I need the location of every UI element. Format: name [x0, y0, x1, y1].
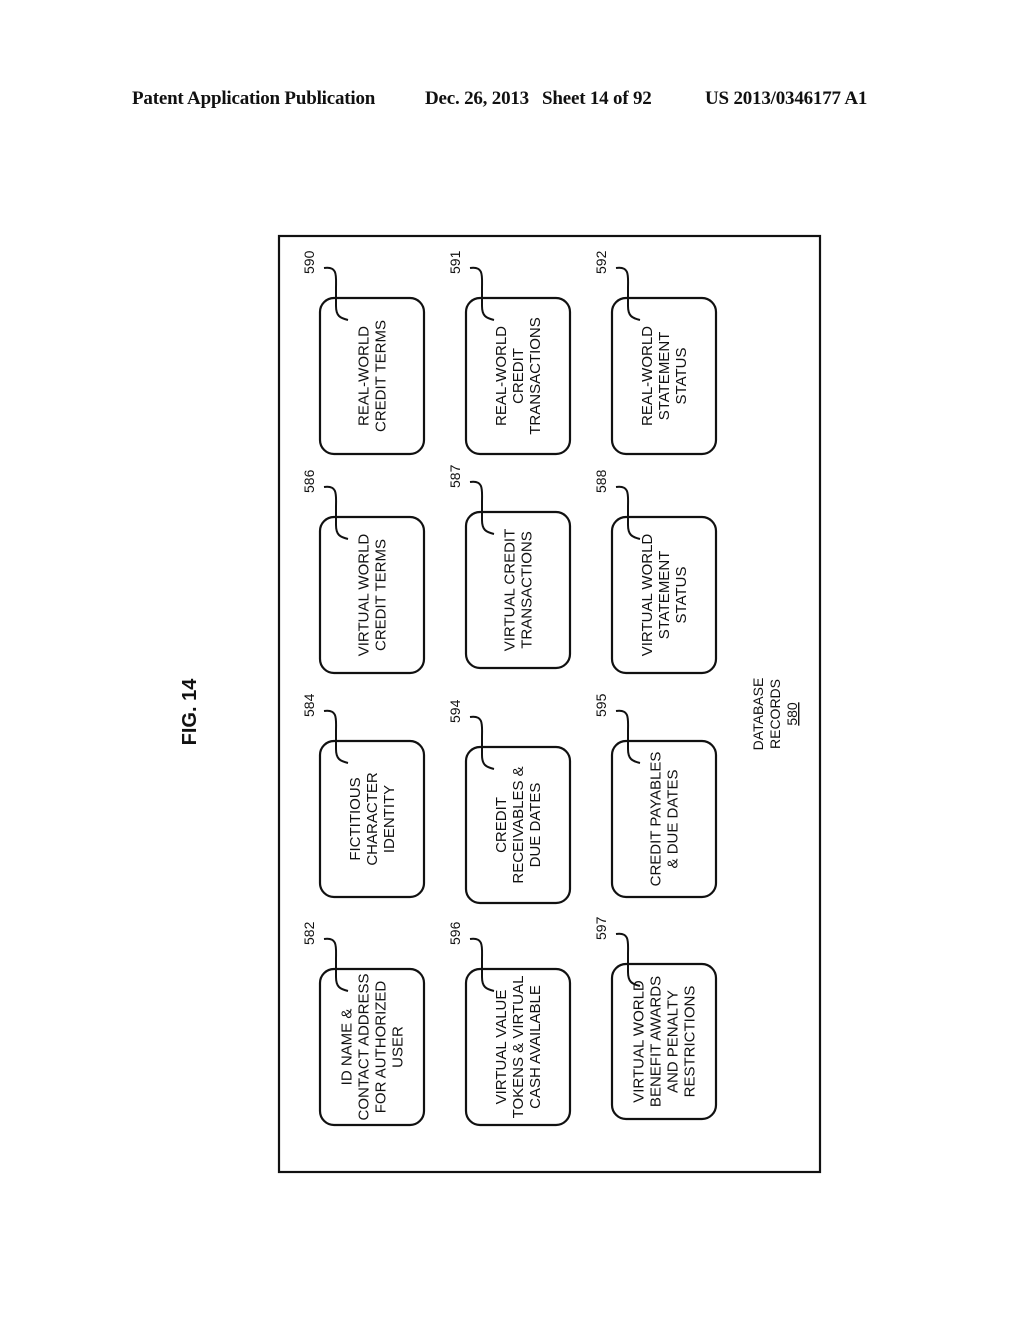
record-label-line: REAL-WORLD: [493, 326, 510, 426]
record-label-line: IDENTITY: [381, 785, 398, 853]
record-596: 596 VIRTUAL VALUE TOKENS & VIRTUAL CASH AVA…: [447, 921, 572, 1127]
record-label-line: CONTACT ADDRESS: [356, 974, 373, 1121]
record-label-line: & DUE DATES: [665, 770, 682, 869]
records-layer: 590REAL-WORLD CREDIT TERMS591REAL-WORLD CR…: [301, 250, 718, 1127]
record-label-line: CREDIT TERMS: [373, 320, 390, 432]
record-label-line: USER: [390, 1026, 407, 1068]
record-586: 586 VIRTUAL WORLD CREDIT TERMS: [301, 469, 426, 675]
record-label-line: VIRTUAL WORLD: [356, 534, 373, 657]
record-ref: 582: [301, 921, 317, 945]
record-ref: 590: [301, 250, 317, 274]
record-label-line: REAL-WORLD: [639, 326, 656, 426]
record-label-line: STATUS: [673, 567, 690, 624]
database-records-label: DATABASE RECORDS 580: [750, 678, 800, 751]
record-ref: 597: [593, 916, 609, 940]
record-ref: 595: [593, 693, 609, 717]
record-label-line: BENEFIT AWARDS: [648, 976, 665, 1107]
record-590: 590 REAL-WORLD CREDIT TERMS: [301, 250, 426, 456]
record-ref: 588: [593, 469, 609, 493]
container-label-line: DATABASE: [750, 678, 766, 751]
record-label-line: CREDIT TERMS: [373, 539, 390, 651]
record-587: 587 VIRTUAL CREDIT TRANSACTIONS: [447, 464, 572, 670]
record-label-line: DUE DATES: [527, 783, 544, 868]
record-label-line: RECEIVABLES &: [510, 766, 527, 883]
record-label-line: VIRTUAL VALUE: [493, 990, 510, 1105]
record-label-line: RESTRICTIONS: [682, 986, 699, 1098]
record-594: 594 CREDIT RECEIVABLES & DUE DATES: [447, 699, 572, 905]
record-ref: 596: [447, 921, 463, 945]
record-591: 591 REAL-WORLD CREDIT TRANSACTIONS: [447, 250, 572, 456]
record-ref: 591: [447, 250, 463, 274]
record-label-line: STATEMENT: [656, 332, 673, 421]
record-592: 592 REAL-WORLD STATEMENT STATUS: [593, 250, 718, 456]
figure-label: FIG. 14: [179, 678, 201, 746]
record-ref: 594: [447, 699, 463, 723]
record-label-line: ID NAME &: [339, 1009, 356, 1086]
record-label-line: VIRTUAL CREDIT: [502, 529, 519, 652]
record-595: 595 CREDIT PAYABLES & DUE DATES: [593, 693, 718, 899]
record-label-line: TRANSACTIONS: [527, 317, 544, 435]
record-ref: 586: [301, 469, 317, 493]
record-label-line: TOKENS & VIRTUAL: [510, 976, 527, 1119]
record-label-line: CASH AVAILABLE: [527, 985, 544, 1109]
record-588: 588 VIRTUAL WORLD STATEMENT STATUS: [593, 469, 718, 675]
record-label-line: CREDIT: [493, 797, 510, 853]
record-584: 584 FICTITIOUS CHARACTER IDENTITY: [301, 693, 426, 899]
record-ref: 592: [593, 250, 609, 274]
record-label-line: REAL-WORLD: [356, 326, 373, 426]
record-label-line: VIRTUAL WORLD: [639, 534, 656, 657]
container-ref: 580: [784, 702, 800, 726]
record-label-line: STATEMENT: [656, 551, 673, 640]
record-ref: 587: [447, 464, 463, 488]
record-label-line: FICTITIOUS: [347, 777, 364, 860]
record-label-line: STATUS: [673, 348, 690, 405]
record-label-line: FOR AUTHORIZED: [373, 981, 390, 1114]
container-label-line: RECORDS: [767, 679, 783, 749]
record-label-line: VIRTUAL WORLD: [631, 980, 648, 1103]
record-label-line: CREDIT: [510, 348, 527, 404]
record-label-line: CHARACTER: [364, 772, 381, 866]
record-label-line: CREDIT PAYABLES: [648, 752, 665, 887]
record-ref: 584: [301, 693, 317, 717]
record-label-line: AND PENALTY: [665, 990, 682, 1093]
diagram-canvas: FIG. 14 DATABASE RECORDS 580 590 REAL-WOR…: [179, 234, 822, 1174]
record-label-line: TRANSACTIONS: [519, 531, 536, 649]
record-582: 582 ID NAME & CONTACT ADDRESS FOR AUTHORIZE…: [301, 921, 426, 1127]
record-597: 597 VIRTUAL WORLD BENEFIT AWARDS AND PENALT…: [593, 916, 718, 1121]
